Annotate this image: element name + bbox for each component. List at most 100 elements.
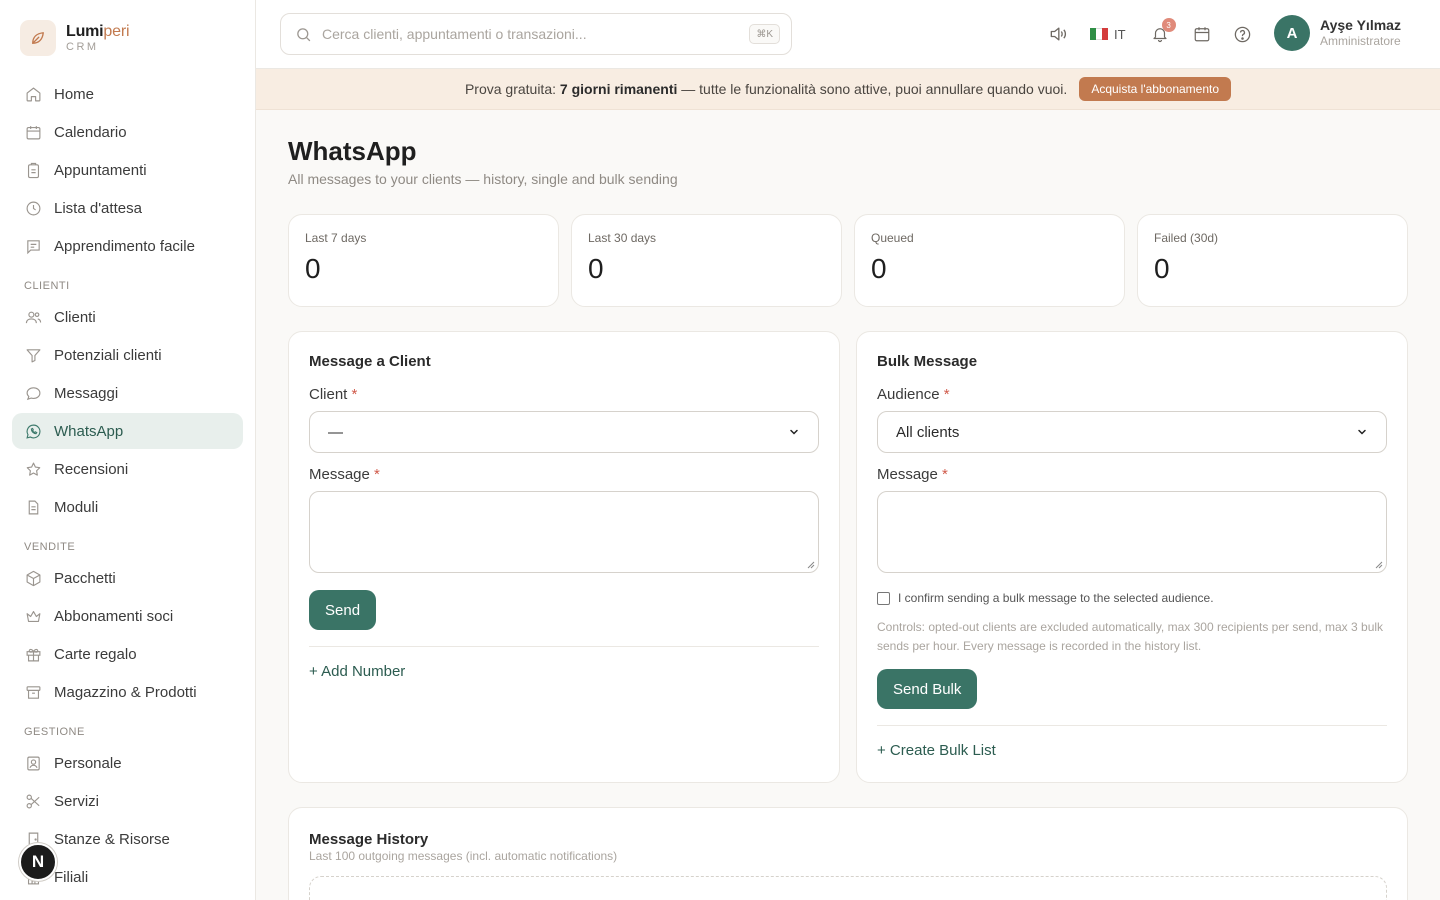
sidebar-item-gift-cards[interactable]: Carte regalo — [12, 636, 243, 672]
history-empty-state — [309, 876, 1387, 900]
confirm-checkbox[interactable] — [877, 591, 890, 605]
confirm-row: I confirm sending a bulk message to the … — [877, 591, 1214, 605]
clock-icon — [24, 199, 42, 217]
sidebar-item-label: Appuntamenti — [54, 161, 147, 179]
create-bulk-list-link[interactable]: + Create Bulk List — [877, 742, 996, 759]
search-input[interactable] — [322, 26, 742, 42]
sidebar-item-label: Potenziali clienti — [54, 346, 162, 364]
send-button[interactable]: Send — [309, 590, 377, 630]
speaker-icon[interactable] — [1046, 22, 1070, 46]
sidebar-item-inventory[interactable]: Magazzino & Prodotti — [12, 674, 243, 710]
sidebar-item-packages[interactable]: Pacchetti — [12, 560, 243, 596]
bulk-controls-note: Controls: opted-out clients are excluded… — [877, 620, 1384, 653]
sidebar-item-forms[interactable]: Moduli — [12, 489, 243, 525]
sidebar-nav: Home Calendario Appuntamenti Lista d'att… — [12, 76, 243, 897]
sidebar-item-label: Clienti — [54, 308, 96, 326]
send-bulk-button[interactable]: Send Bulk — [877, 669, 978, 709]
stat-value: 0 — [1154, 253, 1170, 284]
calendar-icon — [24, 123, 42, 141]
sidebar-item-label: Messaggi — [54, 384, 119, 402]
stat-label: Failed (30d) — [1154, 231, 1219, 245]
sidebar-item-label: Moduli — [54, 498, 99, 516]
resize-handle-icon[interactable] — [807, 561, 815, 569]
sidebar-item-label: Recensioni — [54, 460, 129, 478]
whatsapp-icon — [24, 422, 42, 440]
stat-value: 0 — [871, 253, 887, 284]
home-icon — [24, 85, 42, 103]
users-icon — [24, 308, 42, 326]
audience-select[interactable]: All clients — [877, 411, 1387, 453]
sidebar-item-reviews[interactable]: Recensioni — [12, 451, 243, 487]
message-textarea[interactable] — [309, 491, 819, 573]
trial-banner: Prova gratuita: 7 giorni rimanenti — tut… — [256, 69, 1440, 110]
audience-select-value: All clients — [896, 423, 960, 441]
sidebar-item-label: Home — [54, 85, 95, 103]
divider — [877, 725, 1387, 726]
brand-name: Lumiperi — [66, 23, 130, 40]
calendar-icon[interactable] — [1190, 22, 1214, 46]
sidebar-item-services[interactable]: Servizi — [12, 783, 243, 819]
trial-text: Prova gratuita: 7 giorni rimanenti — tut… — [464, 81, 1068, 97]
file-icon — [24, 498, 42, 516]
floating-action-button[interactable]: N — [19, 843, 57, 881]
sidebar-item-label: Stanze & Risorse — [54, 830, 170, 848]
sidebar-item-waitlist[interactable]: Lista d'attesa — [12, 190, 243, 226]
sidebar-item-staff[interactable]: Personale — [12, 745, 243, 781]
confirm-label: I confirm sending a bulk message to the … — [898, 591, 1214, 605]
sidebar-item-label: Apprendimento facile — [54, 237, 195, 255]
sidebar-item-calendar[interactable]: Calendario — [12, 114, 243, 150]
bell-icon[interactable]: 3 — [1148, 18, 1176, 46]
history-subtitle: Last 100 outgoing messages (incl. automa… — [309, 849, 618, 863]
page-subtitle: All messages to your clients — history, … — [288, 171, 678, 187]
filter-icon — [24, 346, 42, 364]
sidebar-item-label: WhatsApp — [54, 422, 124, 440]
gift-icon — [24, 645, 42, 663]
sidebar-item-easy-learning[interactable]: Apprendimento facile — [12, 228, 243, 264]
sidebar-item-home[interactable]: Home — [12, 76, 243, 112]
client-select-value: — — [328, 423, 343, 441]
search-box[interactable]: ⌘K — [280, 13, 792, 55]
message-label: Message * — [309, 466, 380, 483]
stat-label: Last 7 days — [305, 231, 367, 245]
sidebar-item-whatsapp[interactable]: WhatsApp — [12, 413, 243, 449]
sidebar-item-appointments[interactable]: Appuntamenti — [12, 152, 243, 188]
sidebar-item-messages[interactable]: Messaggi — [12, 375, 243, 411]
bulk-message-card: Bulk Message Audience * All clients Mess… — [856, 331, 1408, 783]
brand[interactable]: Lumiperi CRM — [20, 20, 130, 56]
sidebar-item-label: Personale — [54, 754, 122, 772]
section-management: GESTIONE — [24, 726, 85, 738]
chevron-down-icon — [788, 426, 800, 438]
sidebar-item-leads[interactable]: Potenziali clienti — [12, 337, 243, 373]
message-history-card: Message History Last 100 outgoing messag… — [288, 807, 1408, 900]
stat-value: 0 — [305, 253, 321, 284]
buy-subscription-button[interactable]: Acquista l'abbonamento — [1079, 77, 1232, 101]
resize-handle-icon[interactable] — [1375, 561, 1383, 569]
crown-icon — [24, 607, 42, 625]
italy-flag-icon — [1090, 28, 1108, 40]
sidebar-item-clients[interactable]: Clienti — [12, 299, 243, 335]
topbar-actions: IT 3 — [1046, 18, 1255, 46]
sidebar-item-label: Lista d'attesa — [54, 199, 142, 217]
notification-badge: 3 — [1161, 18, 1176, 32]
language-switcher[interactable]: IT — [1090, 27, 1126, 42]
sidebar-item-label: Carte regalo — [54, 645, 137, 663]
clipboard-icon — [24, 161, 42, 179]
message-square-icon — [24, 237, 42, 255]
stat-card-7d: Last 7 days 0 — [288, 214, 559, 307]
section-sales: VENDITE — [24, 541, 76, 553]
client-select[interactable]: — — [309, 411, 819, 453]
sidebar-item-label: Magazzino & Prodotti — [54, 683, 197, 701]
help-icon[interactable] — [1231, 22, 1255, 46]
divider — [309, 646, 819, 647]
user-menu[interactable]: A Ayşe Yılmaz Amministratore — [1274, 15, 1401, 51]
chat-bubble-icon — [24, 384, 42, 402]
sidebar-item-label: Abbonamenti soci — [54, 607, 174, 625]
language-code: IT — [1114, 26, 1126, 42]
scissors-icon — [24, 792, 42, 810]
sidebar-item-memberships[interactable]: Abbonamenti soci — [12, 598, 243, 634]
bulk-message-textarea[interactable] — [877, 491, 1387, 573]
add-number-link[interactable]: + Add Number — [309, 663, 405, 680]
card-title: Bulk Message — [877, 353, 978, 370]
search-icon — [295, 26, 312, 43]
stat-card-failed: Failed (30d) 0 — [1137, 214, 1408, 307]
